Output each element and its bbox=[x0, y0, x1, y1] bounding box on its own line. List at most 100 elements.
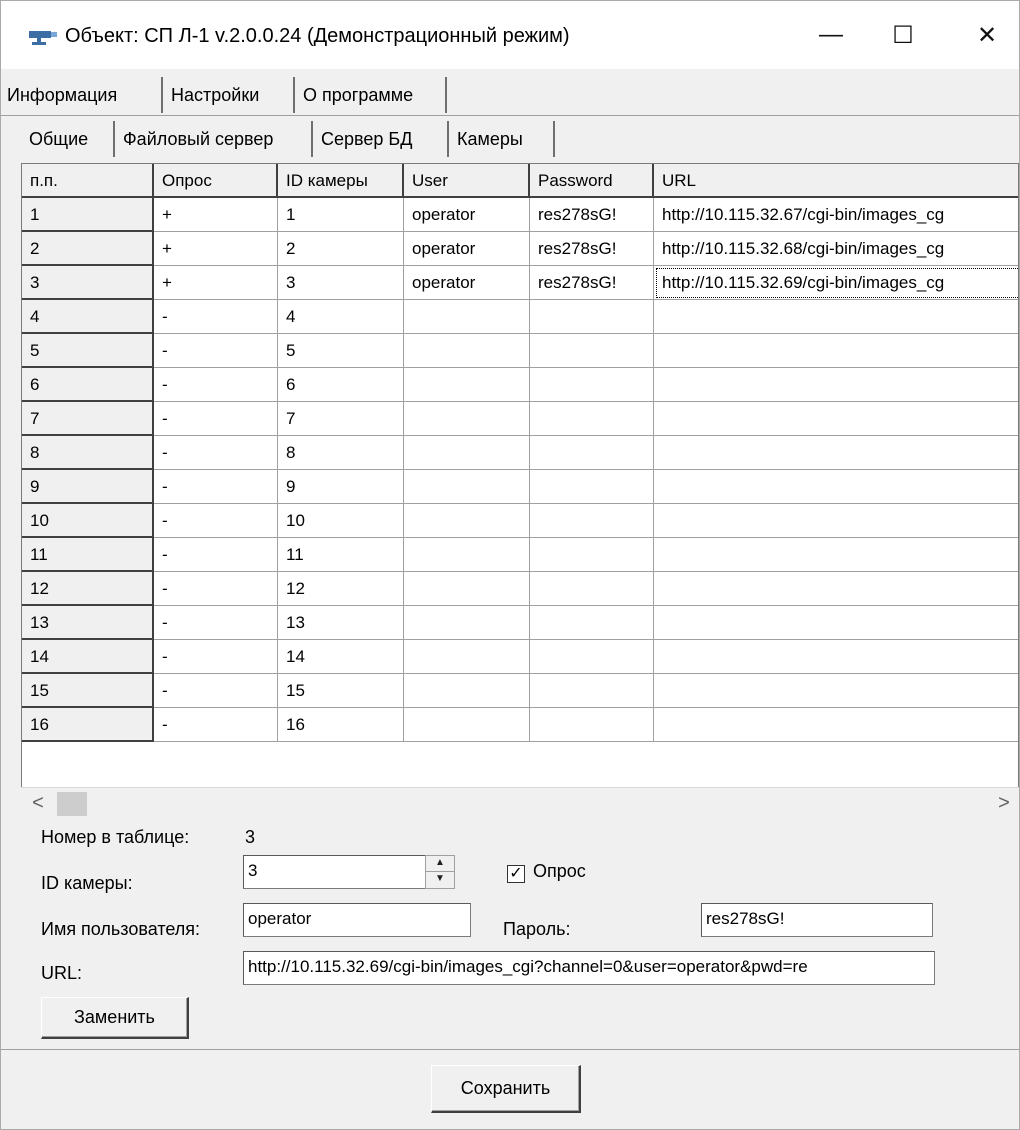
scroll-right-icon[interactable]: > bbox=[989, 788, 1019, 820]
table-row[interactable]: 13-13 bbox=[22, 606, 1018, 640]
cell-user[interactable] bbox=[404, 334, 530, 368]
cell-poll[interactable]: - bbox=[154, 334, 278, 368]
cell-poll[interactable]: - bbox=[154, 674, 278, 708]
cell-url[interactable] bbox=[654, 538, 1018, 572]
cell-url[interactable] bbox=[654, 572, 1018, 606]
tab-db-server[interactable]: Сервер БД bbox=[315, 121, 449, 157]
table-row[interactable]: 16-16 bbox=[22, 708, 1018, 742]
cell-url[interactable] bbox=[654, 504, 1018, 538]
cell-poll[interactable]: - bbox=[154, 436, 278, 470]
cell-camera-id[interactable]: 6 bbox=[278, 368, 404, 402]
cell-number[interactable]: 9 bbox=[22, 470, 154, 504]
cell-url[interactable] bbox=[654, 334, 1018, 368]
cell-number[interactable]: 15 bbox=[22, 674, 154, 708]
cell-url[interactable]: http://10.115.32.67/cgi-bin/images_cg bbox=[654, 198, 1018, 232]
cell-poll[interactable]: - bbox=[154, 402, 278, 436]
cell-number[interactable]: 4 bbox=[22, 300, 154, 334]
cell-user[interactable]: operator bbox=[404, 198, 530, 232]
replace-button[interactable]: Заменить bbox=[41, 997, 189, 1039]
cell-password[interactable] bbox=[530, 334, 654, 368]
cell-number[interactable]: 3 bbox=[22, 266, 154, 300]
cell-url[interactable] bbox=[654, 606, 1018, 640]
cell-user[interactable] bbox=[404, 368, 530, 402]
tab-cameras[interactable]: Камеры bbox=[451, 121, 555, 157]
tab-information[interactable]: Информация bbox=[1, 77, 163, 113]
cell-poll[interactable]: - bbox=[154, 606, 278, 640]
cell-poll[interactable]: + bbox=[154, 198, 278, 232]
table-row[interactable]: 14-14 bbox=[22, 640, 1018, 674]
cell-number[interactable]: 14 bbox=[22, 640, 154, 674]
cell-user[interactable] bbox=[404, 640, 530, 674]
cell-poll[interactable]: - bbox=[154, 708, 278, 742]
cell-url[interactable] bbox=[654, 402, 1018, 436]
cell-poll[interactable]: - bbox=[154, 470, 278, 504]
cell-user[interactable] bbox=[404, 402, 530, 436]
cell-password[interactable] bbox=[530, 640, 654, 674]
cell-number[interactable]: 1 bbox=[22, 198, 154, 232]
cell-password[interactable]: res278sG! bbox=[530, 266, 654, 300]
cell-camera-id[interactable]: 11 bbox=[278, 538, 404, 572]
cell-poll[interactable]: - bbox=[154, 504, 278, 538]
cell-user[interactable] bbox=[404, 436, 530, 470]
scroll-left-icon[interactable]: < bbox=[23, 788, 53, 820]
cell-poll[interactable]: - bbox=[154, 572, 278, 606]
cell-number[interactable]: 8 bbox=[22, 436, 154, 470]
cell-url[interactable] bbox=[654, 436, 1018, 470]
table-row[interactable]: 6-6 bbox=[22, 368, 1018, 402]
cell-poll[interactable]: - bbox=[154, 640, 278, 674]
table-row[interactable]: 11-11 bbox=[22, 538, 1018, 572]
table-row[interactable]: 12-12 bbox=[22, 572, 1018, 606]
cell-camera-id[interactable]: 16 bbox=[278, 708, 404, 742]
cell-camera-id[interactable]: 12 bbox=[278, 572, 404, 606]
cell-user[interactable] bbox=[404, 538, 530, 572]
cell-user[interactable] bbox=[404, 470, 530, 504]
cell-camera-id[interactable]: 8 bbox=[278, 436, 404, 470]
table-row[interactable]: 15-15 bbox=[22, 674, 1018, 708]
spin-down-icon[interactable]: ▼ bbox=[426, 872, 454, 888]
cell-password[interactable] bbox=[530, 402, 654, 436]
cell-user[interactable] bbox=[404, 504, 530, 538]
cell-url[interactable] bbox=[654, 300, 1018, 334]
cell-user[interactable] bbox=[404, 572, 530, 606]
cell-password[interactable] bbox=[530, 504, 654, 538]
cameras-table[interactable]: п.п. Опрос ID камеры User Password URL 1 +1 oper… bbox=[21, 163, 1019, 819]
cell-camera-id[interactable]: 10 bbox=[278, 504, 404, 538]
tab-settings[interactable]: Настройки bbox=[165, 77, 295, 113]
cell-poll[interactable]: + bbox=[154, 232, 278, 266]
cell-url[interactable] bbox=[654, 674, 1018, 708]
cell-url[interactable] bbox=[654, 368, 1018, 402]
password-input[interactable]: res278sG! bbox=[701, 903, 933, 937]
cell-password[interactable] bbox=[530, 436, 654, 470]
cell-password[interactable] bbox=[530, 470, 654, 504]
cell-camera-id[interactable]: 14 bbox=[278, 640, 404, 674]
cell-number[interactable]: 2 bbox=[22, 232, 154, 266]
cell-camera-id[interactable]: 15 bbox=[278, 674, 404, 708]
cell-url[interactable] bbox=[654, 470, 1018, 504]
cell-password[interactable]: res278sG! bbox=[530, 232, 654, 266]
spin-up-icon[interactable]: ▲ bbox=[426, 856, 454, 872]
cell-camera-id[interactable]: 13 bbox=[278, 606, 404, 640]
cell-user[interactable] bbox=[404, 674, 530, 708]
cell-poll[interactable]: - bbox=[154, 300, 278, 334]
cell-camera-id[interactable]: 3 bbox=[278, 266, 404, 300]
user-input[interactable]: operator bbox=[243, 903, 471, 937]
cell-user[interactable]: operator bbox=[404, 232, 530, 266]
horizontal-scrollbar[interactable]: < > bbox=[21, 787, 1019, 819]
cell-password[interactable] bbox=[530, 674, 654, 708]
cell-camera-id[interactable]: 5 bbox=[278, 334, 404, 368]
table-row[interactable]: 8-8 bbox=[22, 436, 1018, 470]
cell-url[interactable] bbox=[654, 640, 1018, 674]
cell-password[interactable] bbox=[530, 572, 654, 606]
cell-user[interactable] bbox=[404, 606, 530, 640]
cell-camera-id[interactable]: 7 bbox=[278, 402, 404, 436]
minimize-button[interactable]: — bbox=[809, 15, 853, 55]
table-row[interactable]: 5-5 bbox=[22, 334, 1018, 368]
cell-number[interactable]: 10 bbox=[22, 504, 154, 538]
cell-camera-id[interactable]: 1 bbox=[278, 198, 404, 232]
cell-password[interactable] bbox=[530, 708, 654, 742]
cell-password[interactable] bbox=[530, 606, 654, 640]
camera-id-spinner[interactable]: ▲ ▼ bbox=[425, 855, 455, 889]
table-row[interactable]: 9-9 bbox=[22, 470, 1018, 504]
cell-password[interactable] bbox=[530, 538, 654, 572]
cell-password[interactable] bbox=[530, 368, 654, 402]
